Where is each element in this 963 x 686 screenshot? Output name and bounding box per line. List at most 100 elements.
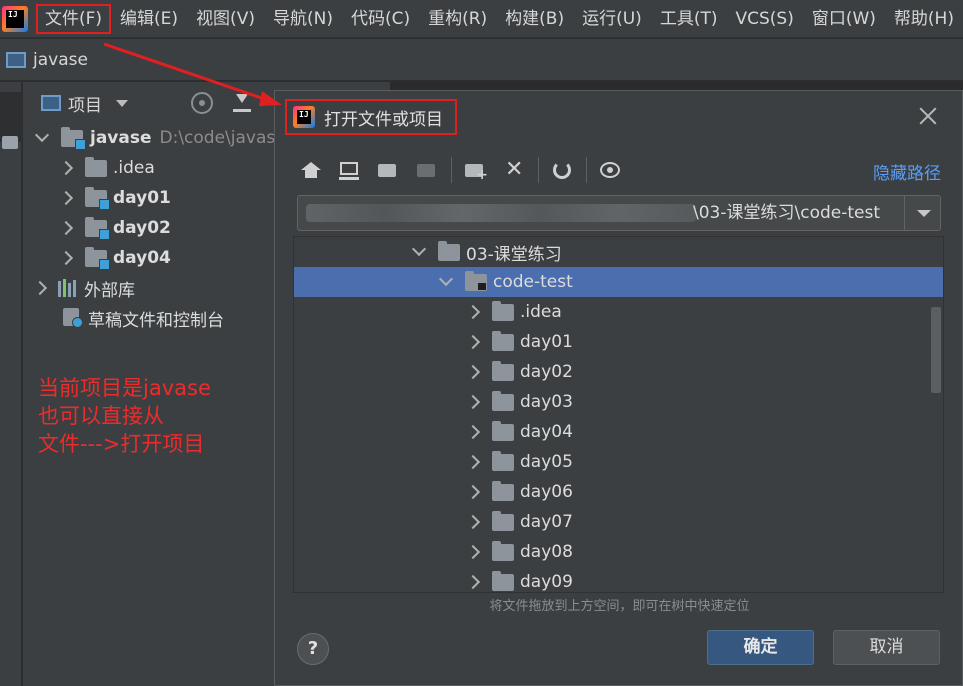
chevron-right-icon[interactable]: [465, 334, 481, 350]
chevron-right-icon[interactable]: [32, 280, 48, 296]
tree-row-scratches[interactable]: 草稿文件和控制台: [61, 303, 224, 333]
folder-icon: [492, 480, 514, 501]
menu-window[interactable]: 窗口(W): [803, 4, 885, 34]
vertical-scrollbar[interactable]: [931, 307, 941, 393]
help-button[interactable]: ?: [297, 633, 329, 665]
chevron-down-icon[interactable]: [411, 241, 427, 257]
project-panel-title[interactable]: 项目: [68, 91, 102, 116]
chevron-down-icon[interactable]: [34, 127, 50, 143]
chevron-right-icon[interactable]: [58, 220, 74, 236]
toolbar-divider: [586, 157, 587, 183]
tree-row[interactable]: day02: [58, 213, 171, 243]
file-tree-row[interactable]: day01: [294, 327, 943, 357]
folder-icon: [438, 240, 460, 261]
tree-row[interactable]: day01: [58, 183, 171, 213]
drop-hint: 将文件拖放到上方空间，即可在树中快速定位: [489, 599, 750, 614]
chevron-down-icon[interactable]: [116, 99, 128, 107]
file-tree-label: day08: [520, 542, 573, 562]
file-tree-row[interactable]: day02: [294, 357, 943, 387]
tree-item-label: 外部库: [84, 280, 135, 301]
tree-row-external-libs[interactable]: 外部库: [32, 273, 135, 303]
file-tree-label: day01: [520, 332, 573, 352]
tree-row[interactable]: day04: [58, 243, 171, 273]
menu-code[interactable]: 代码(C): [342, 4, 419, 34]
new-folder-icon[interactable]: [460, 155, 490, 185]
file-tree-label: .idea: [520, 302, 562, 322]
collapse-all-icon[interactable]: [233, 94, 251, 112]
menu-edit[interactable]: 编辑(E): [111, 4, 187, 34]
left-tool-strip: [0, 82, 22, 686]
chevron-right-icon[interactable]: [465, 514, 481, 530]
menu-refactor[interactable]: 重构(R): [419, 4, 496, 34]
chevron-down-icon[interactable]: [438, 271, 454, 287]
menu-file[interactable]: 文件(F): [36, 3, 112, 34]
chevron-right-icon[interactable]: [465, 454, 481, 470]
module-folder-icon: [85, 246, 110, 270]
library-icon: [57, 279, 79, 297]
file-tree-row[interactable]: day09: [294, 567, 943, 592]
open-file-dialog: IJ 打开文件或项目 ✕ 隐藏路径 \03-课堂练习\code-test 03-…: [274, 90, 963, 686]
menu-tools[interactable]: 工具(T): [651, 4, 727, 34]
tree-row[interactable]: .idea: [58, 153, 155, 183]
file-tree-row[interactable]: day07: [294, 507, 943, 537]
chevron-right-icon[interactable]: [465, 574, 481, 590]
file-tree-row-selected[interactable]: code-test: [294, 267, 943, 297]
project-folder-icon: [6, 51, 26, 68]
file-tree-row[interactable]: .idea: [294, 297, 943, 327]
tree-item-label: day01: [113, 188, 171, 208]
chevron-down-icon[interactable]: [904, 196, 940, 230]
chevron-right-icon[interactable]: [465, 394, 481, 410]
navigation-bar: javase: [0, 39, 963, 81]
file-tree-row[interactable]: day06: [294, 477, 943, 507]
menu-help[interactable]: 帮助(H): [885, 4, 963, 34]
file-tree[interactable]: 03-课堂练习 code-test .idea day01 day02 day0…: [293, 236, 944, 593]
folder-icon: [2, 136, 18, 149]
cancel-button[interactable]: 取消: [833, 630, 940, 665]
chevron-right-icon[interactable]: [58, 190, 74, 206]
intellij-logo-icon: IJ: [2, 5, 28, 32]
dialog-toolbar: ✕: [295, 153, 634, 187]
module-folder-icon[interactable]: [412, 155, 442, 185]
project-folder-icon[interactable]: [373, 155, 403, 185]
file-tree-label: day07: [520, 512, 573, 532]
chevron-right-icon[interactable]: [465, 544, 481, 560]
folder-icon: [85, 156, 107, 177]
file-tree-label: day02: [520, 362, 573, 382]
menu-build[interactable]: 构建(B): [496, 4, 573, 34]
chevron-right-icon[interactable]: [58, 160, 74, 176]
intellij-logo-icon: IJ: [293, 106, 315, 128]
tree-row-root[interactable]: javase D:\code\javase: [34, 123, 286, 153]
folder-icon: [492, 510, 514, 531]
blurred-path-segment: [306, 204, 696, 222]
desktop-icon[interactable]: [334, 155, 364, 185]
file-tree-row[interactable]: day04: [294, 417, 943, 447]
ok-button[interactable]: 确定: [707, 630, 814, 665]
toolbar-divider: [538, 157, 539, 183]
home-icon[interactable]: [295, 155, 325, 185]
menu-vcs[interactable]: VCS(S): [726, 4, 802, 34]
chevron-right-icon[interactable]: [465, 424, 481, 440]
project-tool-tab[interactable]: [0, 92, 22, 142]
delete-icon[interactable]: ✕: [499, 155, 529, 185]
refresh-icon[interactable]: [547, 155, 577, 185]
chevron-right-icon[interactable]: [465, 304, 481, 320]
close-icon[interactable]: [915, 103, 941, 129]
scratches-icon: [61, 308, 83, 328]
file-tree-row[interactable]: day08: [294, 537, 943, 567]
chevron-right-icon[interactable]: [465, 364, 481, 380]
locate-file-icon[interactable]: [191, 92, 213, 114]
file-tree-row[interactable]: 03-课堂练习: [294, 237, 943, 267]
path-input[interactable]: \03-课堂练习\code-test: [297, 195, 941, 231]
menu-view[interactable]: 视图(V): [187, 4, 264, 34]
file-tree-row[interactable]: day03: [294, 387, 943, 417]
tree-root-label: javase: [90, 128, 152, 148]
menu-run[interactable]: 运行(U): [573, 4, 651, 34]
chevron-right-icon[interactable]: [465, 484, 481, 500]
tree-item-label: 草稿文件和控制台: [88, 310, 224, 331]
chevron-right-icon[interactable]: [58, 250, 74, 266]
hide-path-link[interactable]: 隐藏路径: [873, 159, 941, 184]
breadcrumb-project[interactable]: javase: [33, 50, 88, 70]
file-tree-row[interactable]: day05: [294, 447, 943, 477]
menu-navigate[interactable]: 导航(N): [264, 4, 342, 34]
show-hidden-icon[interactable]: [595, 155, 625, 185]
